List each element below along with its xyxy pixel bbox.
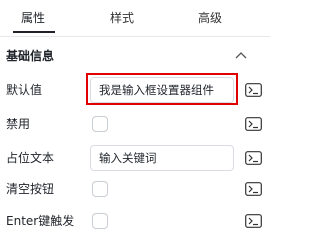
terminal-icon[interactable] <box>245 83 262 97</box>
default-value-label: 默认值 <box>6 83 43 97</box>
terminal-icon[interactable] <box>245 182 262 196</box>
terminal-icon[interactable] <box>245 214 262 228</box>
tab-divider <box>0 36 270 37</box>
section-title: 基础信息 <box>6 49 55 63</box>
disabled-checkbox[interactable] <box>92 116 108 132</box>
placeholder-label: 占位文本 <box>6 151 55 165</box>
clear-button-label: 清空按钮 <box>6 182 55 196</box>
tab-properties[interactable]: 属性 <box>21 10 45 26</box>
active-tab-indicator <box>13 31 55 33</box>
disabled-label: 禁用 <box>6 117 31 131</box>
terminal-icon[interactable] <box>245 151 262 165</box>
enter-trigger-checkbox[interactable] <box>92 213 108 229</box>
terminal-icon[interactable] <box>245 117 262 131</box>
tab-bar: 属性 样式 高级 <box>0 0 270 36</box>
tab-styles[interactable]: 样式 <box>110 10 134 26</box>
chevron-up-icon[interactable] <box>234 50 248 60</box>
default-value-input[interactable]: 我是输入框设置器组件 <box>90 77 234 103</box>
placeholder-input[interactable]: 输入关键词 <box>90 145 234 171</box>
tab-advanced[interactable]: 高级 <box>198 10 222 26</box>
clear-button-checkbox[interactable] <box>92 181 108 197</box>
enter-trigger-label: Enter键触发 <box>6 214 75 228</box>
